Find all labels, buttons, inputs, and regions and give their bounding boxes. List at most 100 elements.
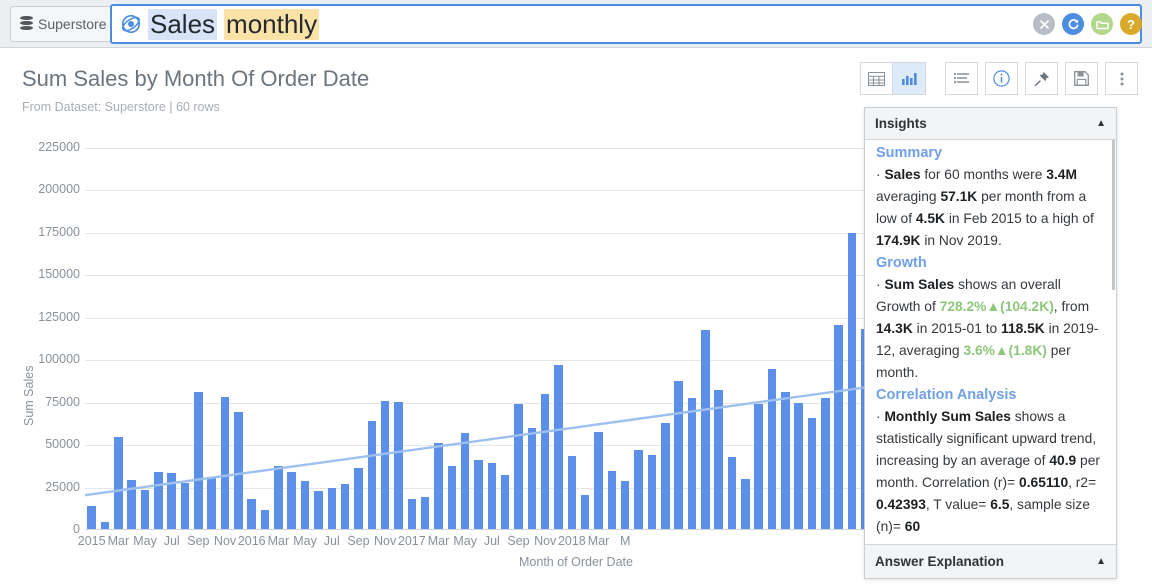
- y-axis-tick-label: 50000: [45, 437, 80, 452]
- bar[interactable]: [314, 490, 323, 530]
- pin-button[interactable]: [1025, 62, 1058, 95]
- insights-panel-header[interactable]: Insights ▲: [865, 108, 1116, 140]
- action-button-group: [938, 62, 1138, 95]
- answer-explanation-title: Answer Explanation: [875, 554, 1005, 569]
- insights-title: Insights: [875, 116, 927, 131]
- view-toggle-group: [860, 62, 926, 95]
- bar[interactable]: [754, 404, 763, 530]
- bar[interactable]: [140, 490, 150, 530]
- page-title: Sum Sales by Month Of Order Date: [22, 66, 370, 91]
- bar[interactable]: [567, 456, 577, 530]
- database-icon: [20, 16, 33, 31]
- bar[interactable]: [834, 324, 843, 530]
- bar[interactable]: [700, 329, 710, 530]
- search-bar[interactable]: Sales monthly: [110, 4, 1142, 44]
- bar[interactable]: [474, 460, 483, 530]
- bar[interactable]: [540, 394, 550, 530]
- bar[interactable]: [807, 417, 817, 530]
- top-action-icons: ?: [1033, 13, 1142, 35]
- bar[interactable]: [394, 401, 403, 530]
- bar[interactable]: [500, 474, 510, 530]
- bar[interactable]: [674, 381, 683, 530]
- bar[interactable]: [767, 368, 777, 530]
- bar[interactable]: [87, 505, 96, 530]
- bar[interactable]: [367, 421, 377, 530]
- insight-section-text: · Monthly Sum Sales shows a statisticall…: [876, 409, 1100, 534]
- search-query[interactable]: Sales monthly: [148, 8, 320, 40]
- bar[interactable]: [127, 479, 136, 530]
- bar[interactable]: [180, 483, 190, 530]
- chart-view-button[interactable]: [893, 62, 926, 95]
- insight-section-heading: Summary: [876, 145, 943, 161]
- bar[interactable]: [340, 484, 350, 530]
- table-view-button[interactable]: [860, 62, 893, 95]
- bar[interactable]: [114, 436, 123, 530]
- top-bar: Superstore Sales monthly ?: [0, 0, 1152, 48]
- bar[interactable]: [194, 391, 203, 530]
- bar[interactable]: [154, 472, 163, 530]
- answer-explanation-header[interactable]: Answer Explanation ▲: [865, 544, 1116, 578]
- bar[interactable]: [447, 465, 457, 530]
- y-axis-tick-label: 225000: [38, 140, 80, 154]
- refresh-button[interactable]: [1062, 13, 1084, 35]
- y-axis-tick-label: 75000: [45, 394, 80, 409]
- bar[interactable]: [514, 403, 523, 530]
- bar[interactable]: [714, 389, 723, 530]
- clear-search-button[interactable]: [1033, 13, 1055, 35]
- bar[interactable]: [594, 431, 603, 530]
- folder-button[interactable]: [1091, 13, 1113, 35]
- bar[interactable]: [420, 496, 430, 530]
- search-token-column[interactable]: Sales: [148, 8, 218, 40]
- bar[interactable]: [434, 443, 443, 530]
- bar[interactable]: [380, 400, 390, 530]
- bar[interactable]: [847, 233, 857, 530]
- more-button[interactable]: [1105, 62, 1138, 95]
- bar[interactable]: [647, 455, 657, 530]
- bar[interactable]: [620, 480, 630, 530]
- bar[interactable]: [821, 397, 830, 530]
- x-axis-tick-label: M: [620, 534, 631, 548]
- save-button[interactable]: [1065, 62, 1098, 95]
- bar[interactable]: [634, 450, 643, 530]
- y-axis-tick-label: 0: [73, 522, 80, 536]
- bar[interactable]: [327, 487, 337, 530]
- bar[interactable]: [247, 498, 256, 530]
- fields-button[interactable]: [945, 62, 978, 95]
- bar[interactable]: [167, 473, 176, 530]
- insights-content: Summary · Sales for 60 months were 3.4M a…: [865, 140, 1116, 544]
- insights-scrollbar[interactable]: [1111, 140, 1116, 544]
- bar[interactable]: [460, 433, 470, 530]
- bar[interactable]: [274, 465, 283, 530]
- bar[interactable]: [260, 510, 270, 530]
- caret-up-icon[interactable]: ▲: [1096, 118, 1106, 129]
- search-token-keyword[interactable]: monthly: [224, 8, 320, 40]
- viz-toolbar: [860, 62, 1138, 95]
- bar[interactable]: [554, 365, 563, 530]
- y-axis-tick-label: 175000: [38, 224, 80, 239]
- info-button[interactable]: [985, 62, 1018, 95]
- bar[interactable]: [781, 392, 790, 530]
- bar[interactable]: [220, 396, 230, 530]
- caret-up-icon[interactable]: ▲: [1096, 556, 1106, 567]
- scrollbar-thumb[interactable]: [1112, 140, 1115, 290]
- bar[interactable]: [354, 468, 363, 530]
- bar[interactable]: [660, 423, 670, 530]
- bar[interactable]: [687, 397, 697, 530]
- bar[interactable]: [287, 472, 297, 530]
- bar[interactable]: [580, 495, 590, 530]
- bar[interactable]: [727, 457, 737, 530]
- bar[interactable]: [794, 402, 803, 530]
- bar[interactable]: [487, 462, 497, 530]
- bar[interactable]: [300, 480, 310, 530]
- bar[interactable]: [741, 479, 750, 530]
- bar[interactable]: [607, 470, 617, 530]
- y-axis-tick-label: 150000: [38, 267, 80, 282]
- bar[interactable]: [407, 499, 417, 530]
- dataset-selector-button[interactable]: Superstore: [10, 5, 117, 42]
- bar[interactable]: [234, 412, 243, 530]
- orbit-search-icon: [120, 13, 142, 35]
- bar[interactable]: [207, 476, 216, 530]
- plot-region: 0 25000 50000 75000 100000 125000 150000 175000…: [38, 140, 872, 548]
- bar[interactable]: [527, 428, 537, 530]
- help-button[interactable]: ?: [1120, 13, 1142, 35]
